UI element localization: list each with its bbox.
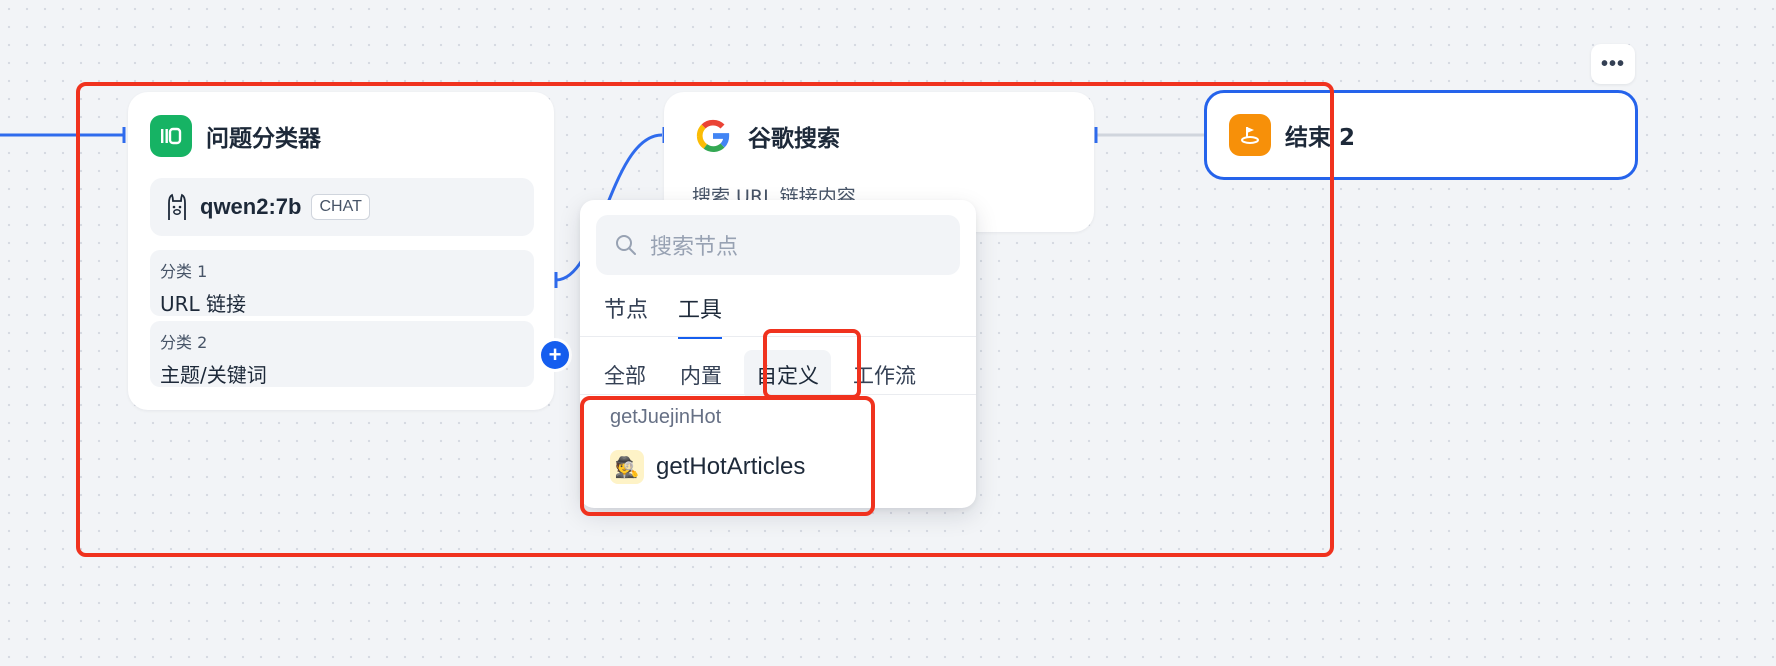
highlight-tool-item	[580, 396, 875, 516]
highlight-custom-tab	[763, 329, 861, 399]
more-options-button[interactable]: •••	[1591, 44, 1635, 84]
